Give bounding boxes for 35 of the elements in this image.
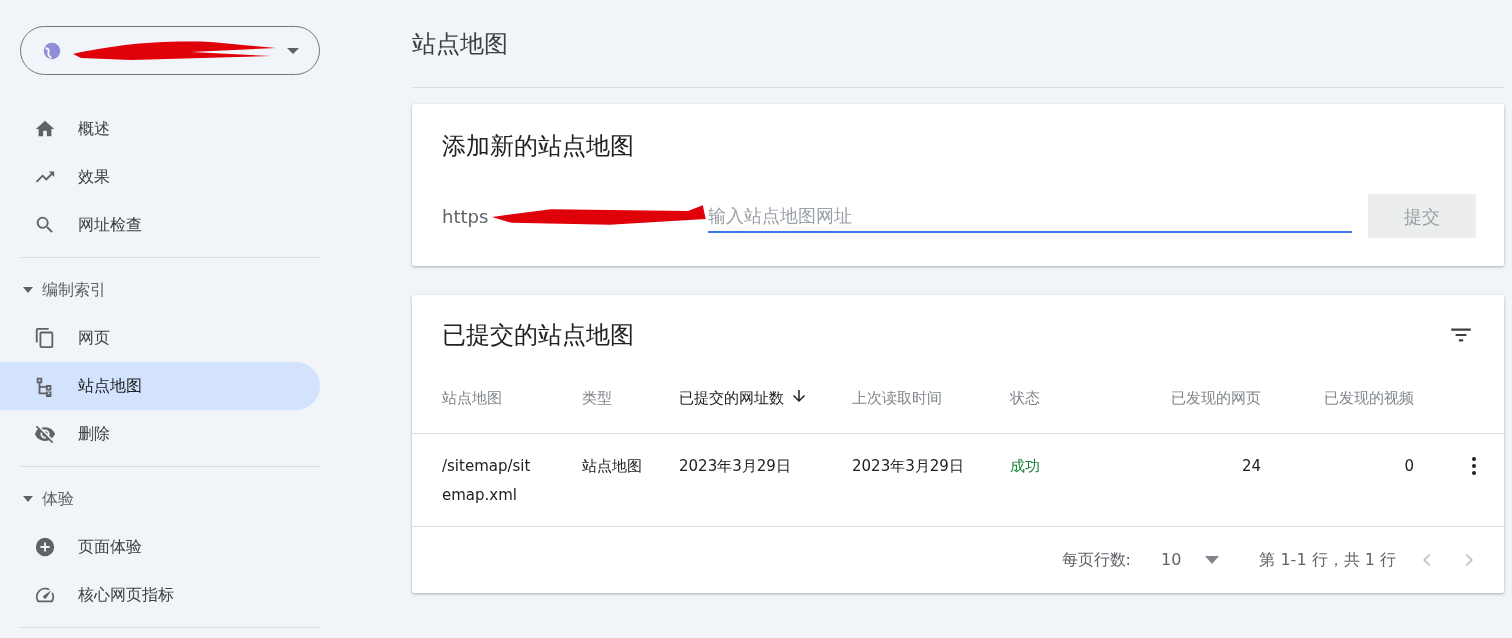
sidebar-item[interactable]: 效果 — [0, 153, 320, 201]
page-range: 第 1-1 行，共 1 行 — [1259, 548, 1396, 571]
section-toggle[interactable]: 体验 — [0, 475, 340, 523]
caret-icon — [1205, 555, 1220, 564]
rows-per-page-label: 每页行数: — [1061, 548, 1131, 571]
sidebar-item[interactable]: 概述 — [0, 105, 320, 153]
column-header[interactable]: 状态 — [980, 363, 1108, 433]
url-prefix: https — [442, 204, 489, 229]
section-toggle[interactable]: 编制索引 — [0, 266, 340, 314]
table-cell: 站点地图 — [552, 433, 649, 526]
table-cell: 2023年3月29日 — [822, 433, 980, 526]
table-cell: 0 — [1261, 433, 1414, 526]
column-header[interactable]: 已提交的网址数 — [649, 363, 822, 433]
column-header[interactable]: 已发现的网页 — [1108, 363, 1261, 433]
sidebar-item[interactable]: 站点地图 — [0, 362, 320, 410]
sidebar-item[interactable]: 网址检查 — [0, 201, 320, 249]
card-title: 添加新的站点地图 — [442, 131, 635, 162]
table-cell: /sitemap/sitemap.xml — [412, 433, 552, 526]
page-title: 站点地图 — [412, 0, 1504, 88]
sidebar-item[interactable]: 网页 — [0, 314, 320, 362]
sidebar-item[interactable]: 删除 — [0, 410, 320, 458]
column-header[interactable]: 上次读取时间 — [822, 363, 980, 433]
sidebar-item[interactable]: 页面体验 — [0, 523, 320, 571]
status-text: 成功 — [980, 433, 1108, 526]
table-cell: 24 — [1108, 433, 1261, 526]
sidebar-item[interactable]: 核心网页指标 — [0, 571, 320, 619]
eye-off-icon — [34, 423, 56, 445]
search-icon — [34, 214, 56, 236]
rows-per-page-select[interactable]: 10 — [1161, 547, 1220, 572]
column-header[interactable]: 已发现的视频 — [1261, 363, 1414, 433]
card-title: 已提交的站点地图 — [442, 320, 634, 351]
column-header[interactable]: 类型 — [552, 363, 649, 433]
copy-icon — [34, 327, 56, 349]
table-cell: 2023年3月29日 — [649, 433, 822, 526]
column-header[interactable]: 站点地图 — [412, 363, 552, 433]
